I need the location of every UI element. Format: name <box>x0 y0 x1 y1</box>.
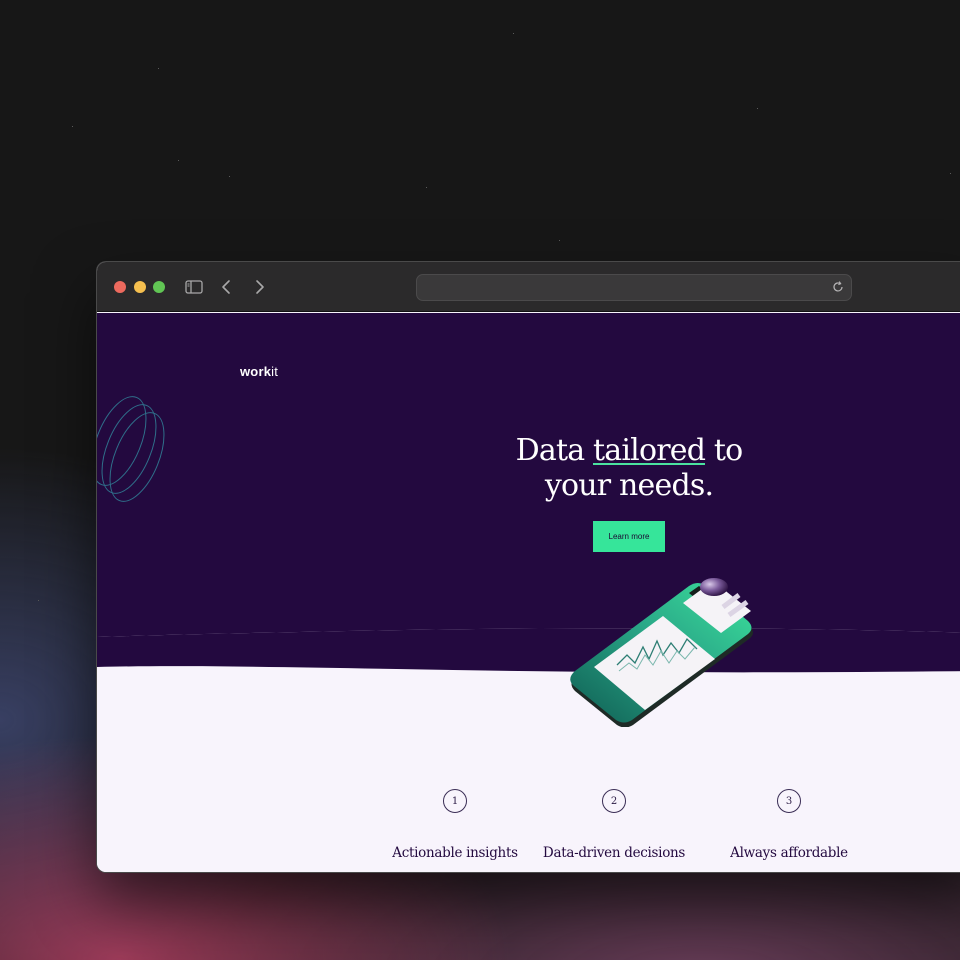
headline-highlight: tailored <box>593 433 706 468</box>
nav-link-partial[interactable] <box>956 365 960 375</box>
address-bar[interactable] <box>416 274 852 301</box>
minimize-window-button[interactable] <box>134 281 146 293</box>
browser-window: workit Data tailored to your needs. Lear… <box>96 261 960 873</box>
reload-icon[interactable] <box>831 280 845 294</box>
phone-illustration <box>570 578 753 727</box>
feature-number-badge: 1 <box>443 789 467 813</box>
hero-headline: Data tailored to your needs. <box>477 433 781 503</box>
background-star <box>38 600 39 601</box>
decorative-rings <box>97 396 165 502</box>
background-star <box>426 187 427 188</box>
logo-bold-text: work <box>240 364 272 379</box>
background-star <box>757 108 758 109</box>
feature-number-badge: 2 <box>602 789 626 813</box>
feature-title: Data-driven decisions <box>542 845 686 861</box>
feature-title: Always affordable <box>730 845 848 861</box>
webpage: workit Data tailored to your needs. Lear… <box>97 313 960 872</box>
site-logo[interactable]: workit <box>240 364 278 379</box>
feature-item: 2 Data-driven decisions <box>539 789 689 861</box>
background-star <box>72 126 73 127</box>
sidebar-icon <box>185 280 203 294</box>
feature-item: 3 Always affordable <box>724 789 854 861</box>
chevron-right-icon <box>256 280 264 294</box>
background-star <box>229 176 230 177</box>
sidebar-toggle-button[interactable] <box>183 276 205 298</box>
feature-item: 1 Actionable insights <box>388 789 522 861</box>
background-star <box>158 68 159 69</box>
background-star <box>950 173 951 174</box>
headline-text-a: Data <box>515 433 594 468</box>
headline-text-b: to <box>705 433 743 468</box>
headline-line-2: your needs. <box>544 468 714 503</box>
logo-light-text: it <box>271 364 279 379</box>
background-star <box>513 33 514 34</box>
forward-button[interactable] <box>249 276 271 298</box>
chevron-left-icon <box>222 280 230 294</box>
feature-number-badge: 3 <box>777 789 801 813</box>
background-star <box>178 160 179 161</box>
browser-toolbar <box>97 262 960 312</box>
feature-title: Actionable insights <box>392 845 518 861</box>
close-window-button[interactable] <box>114 281 126 293</box>
back-button[interactable] <box>215 276 237 298</box>
background-star <box>559 240 560 241</box>
zoom-window-button[interactable] <box>153 281 165 293</box>
